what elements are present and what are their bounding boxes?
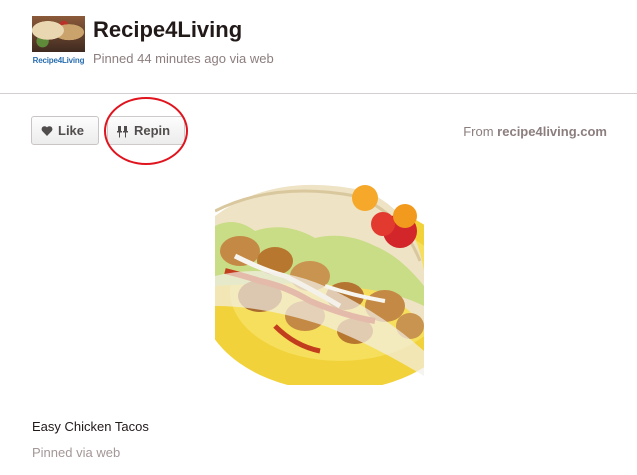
- pinned-via-text: Pinned via web: [32, 445, 121, 460]
- pushpin-icon: [117, 125, 129, 137]
- avatar-logo: Recipe4Living: [32, 56, 85, 65]
- repin-button[interactable]: Repin: [107, 116, 185, 145]
- heart-icon: [41, 125, 53, 137]
- source-link[interactable]: From recipe4living.com: [463, 124, 607, 139]
- repin-label: Repin: [134, 123, 171, 138]
- pin-header: Recipe4Living Recipe4Living Pinned 44 mi…: [0, 0, 637, 94]
- source-prefix: From: [463, 124, 498, 139]
- like-button[interactable]: Like: [31, 116, 99, 145]
- source-domain[interactable]: recipe4living.com: [497, 124, 607, 139]
- pin-meta: Pinned 44 minutes ago via web: [93, 51, 274, 66]
- board-title[interactable]: Recipe4Living: [93, 17, 242, 43]
- pin-image[interactable]: [215, 176, 424, 385]
- like-label: Like: [58, 123, 85, 138]
- board-avatar[interactable]: Recipe4Living: [32, 16, 85, 69]
- pin-description: Easy Chicken Tacos: [32, 419, 149, 434]
- avatar-food-image: [32, 16, 85, 52]
